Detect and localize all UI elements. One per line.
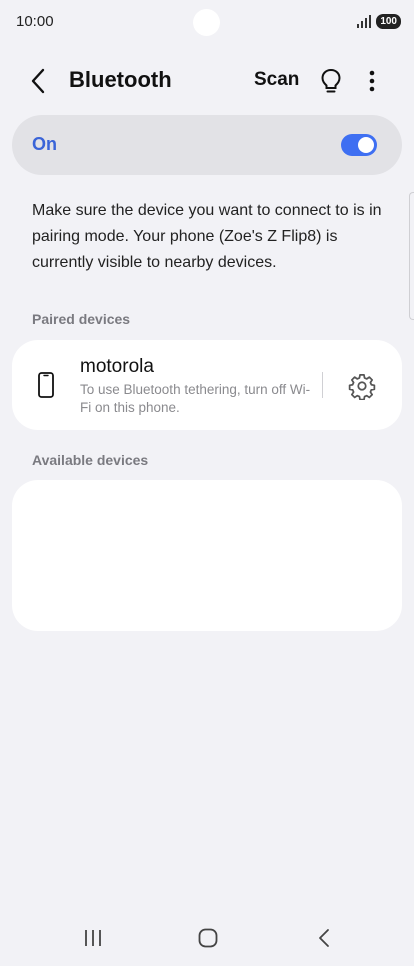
tips-button[interactable] bbox=[318, 66, 344, 96]
paired-devices-header: Paired devices bbox=[32, 311, 131, 327]
camera-cutout bbox=[193, 9, 220, 36]
status-icons: 100 bbox=[357, 14, 401, 29]
navigation-bar bbox=[0, 916, 414, 960]
more-vert-icon bbox=[369, 70, 375, 92]
device-subtitle: To use Bluetooth tethering, turn off Wi-… bbox=[80, 382, 311, 415]
status-time: 10:00 bbox=[16, 13, 54, 30]
divider bbox=[322, 372, 323, 398]
scan-button[interactable]: Scan bbox=[254, 69, 299, 91]
device-name: motorola bbox=[80, 356, 154, 377]
visibility-info-text: Make sure the device you want to connect… bbox=[32, 202, 382, 271]
app-bar: Bluetooth Scan bbox=[0, 56, 414, 106]
nav-back-button[interactable] bbox=[309, 924, 339, 952]
bluetooth-toggle[interactable] bbox=[341, 134, 377, 156]
toggle-knob bbox=[358, 137, 374, 153]
scrollbar[interactable] bbox=[409, 192, 414, 320]
available-devices-list bbox=[12, 480, 402, 631]
back-icon bbox=[319, 929, 329, 947]
lightbulb-icon bbox=[321, 68, 341, 93]
status-bar: 10:00 100 bbox=[0, 0, 414, 44]
bluetooth-master-switch[interactable]: On bbox=[12, 115, 402, 175]
phone-icon bbox=[38, 372, 54, 398]
switch-label: On bbox=[32, 134, 57, 154]
home-button[interactable] bbox=[193, 924, 223, 952]
back-button[interactable] bbox=[24, 66, 54, 96]
recents-icon bbox=[85, 930, 101, 946]
paired-device-item[interactable]: motorola To use Bluetooth tethering, tur… bbox=[12, 340, 402, 430]
available-devices-header: Available devices bbox=[32, 452, 149, 468]
recents-button[interactable] bbox=[78, 924, 108, 952]
page-title: Bluetooth bbox=[69, 67, 172, 92]
signal-icon bbox=[357, 15, 372, 28]
device-settings-button[interactable] bbox=[348, 372, 376, 401]
more-options-button[interactable] bbox=[362, 66, 382, 96]
battery-icon: 100 bbox=[376, 14, 401, 29]
gear-icon bbox=[348, 374, 376, 401]
home-icon bbox=[198, 928, 218, 948]
back-arrow-icon bbox=[31, 68, 45, 94]
